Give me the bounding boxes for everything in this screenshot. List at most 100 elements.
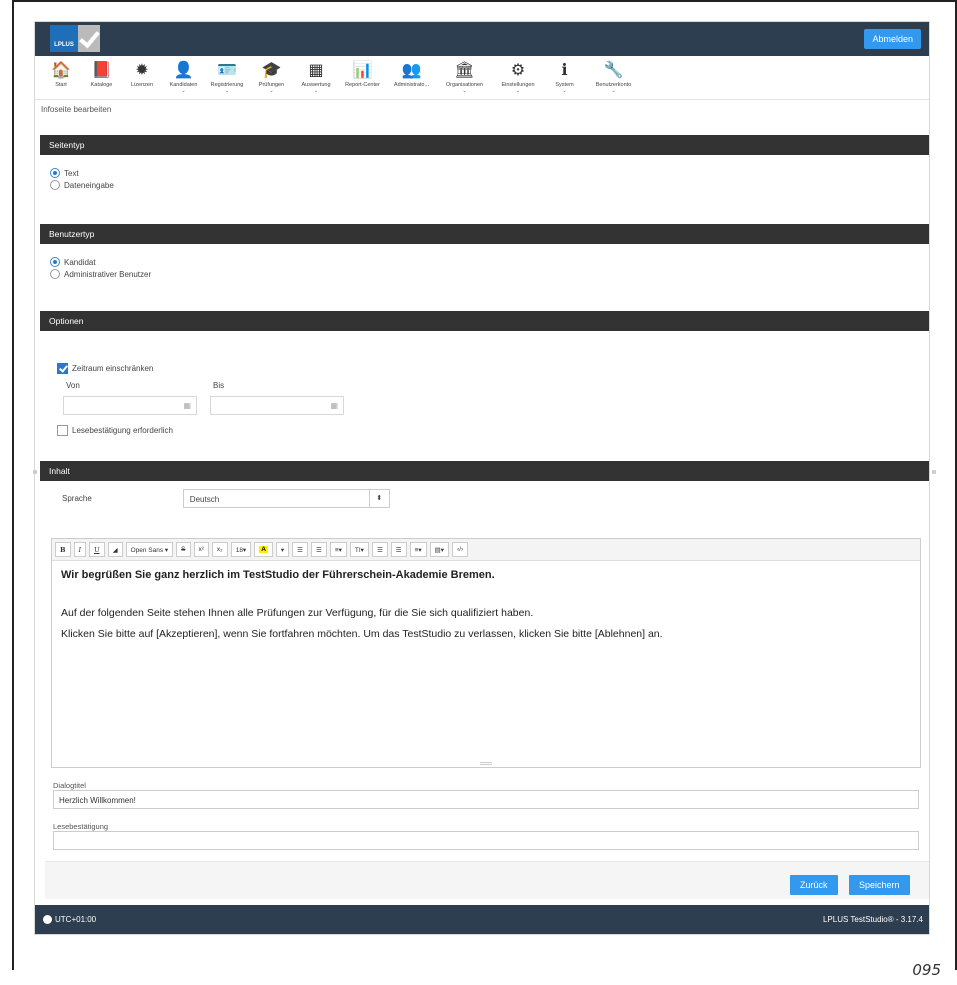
read-confirmation-input[interactable] xyxy=(53,831,919,850)
ordered-list-icon[interactable]: ☰ xyxy=(311,542,327,557)
radio-button[interactable] xyxy=(50,269,60,279)
color-dropdown-icon[interactable]: ▾ xyxy=(275,542,290,557)
chevron-down-icon: ⌄ xyxy=(611,88,616,94)
bold-button[interactable]: B xyxy=(55,542,71,557)
top-bar: LPLUS Abmelden xyxy=(35,22,929,56)
nav-item[interactable]: ⚙ Einstellungen ⌄ xyxy=(493,56,543,99)
restrict-period-checkbox[interactable] xyxy=(57,363,68,374)
restrict-period-option[interactable]: Zeitraum einschränken xyxy=(57,363,929,374)
nav-item[interactable]: 🪪 Registrierung ⌄ xyxy=(205,56,249,99)
save-button[interactable]: Speichern xyxy=(849,875,910,895)
from-label: Von xyxy=(66,381,80,390)
section-header-inhalt: Inhalt xyxy=(40,461,929,481)
radio-option-administrativer-benutzer[interactable]: Administrativer Benutzer xyxy=(50,268,929,280)
highlight-icon: A xyxy=(259,546,268,553)
paragraph-dropdown-icon[interactable]: ≡▾ xyxy=(409,542,427,557)
chevron-down-icon: ⌄ xyxy=(181,88,186,94)
section-header-benutzertyp: Benutzertyp xyxy=(40,224,929,244)
read-confirmation-option[interactable]: Lesebestätigung erforderlich xyxy=(57,425,929,436)
language-row: Sprache Deutsch ⬍ xyxy=(62,489,929,508)
nav-item[interactable]: 📕 Kataloge xyxy=(81,56,122,99)
underline-button[interactable]: U xyxy=(89,542,105,557)
graduation-cap-icon: 🎓 xyxy=(261,62,282,79)
font-size-dropdown[interactable]: 18▾ xyxy=(230,542,252,557)
font-family-dropdown[interactable]: Open Sans ▾ xyxy=(125,542,174,557)
section-header-seitentyp: Seitentyp xyxy=(40,135,929,155)
text-style-dropdown[interactable]: TI▾ xyxy=(349,542,369,557)
lplus-logo: LPLUS xyxy=(50,25,100,52)
radio-option-text[interactable]: Text xyxy=(50,167,929,179)
nav-item[interactable]: ✹ Lizenzen xyxy=(122,56,162,99)
action-bar: Zurück Speichern xyxy=(45,861,929,899)
nav-label: Report-Center xyxy=(345,82,380,88)
strikethrough-button[interactable]: S xyxy=(176,542,191,557)
section-header-optionen: Optionen xyxy=(40,311,929,331)
calendar-icon[interactable]: ▦ xyxy=(183,401,191,410)
app-window: LPLUS Abmelden 🏠 Start 📕 Kataloge ✹ Lizenzen 👤… xyxy=(35,22,929,934)
checkmark-icon xyxy=(78,25,100,52)
language-label: Sprache xyxy=(62,494,92,503)
seal-icon: ✹ xyxy=(135,62,149,79)
to-label: Bis xyxy=(213,381,225,390)
chevron-down-icon: ⌄ xyxy=(462,88,467,94)
nav-label: Kataloge xyxy=(90,82,113,88)
nav-item[interactable]: 🔧 Benutzerkonto ⌄ xyxy=(586,56,641,99)
nav-item[interactable]: 👥 Administrato... xyxy=(387,56,436,99)
resize-handle[interactable] xyxy=(480,762,492,765)
date-range-fields: ▦ ▦ xyxy=(63,396,929,415)
unordered-list-icon[interactable]: ☰ xyxy=(292,542,308,557)
radio-label: Administrativer Benutzer xyxy=(64,269,152,279)
radio-label: Text xyxy=(64,168,79,178)
nav-item[interactable]: 🎓 Prüfungen ⌄ xyxy=(249,56,294,99)
timezone-text: UTC+01:00 xyxy=(55,915,97,924)
home-icon: 🏠 xyxy=(51,62,71,79)
radio-button[interactable] xyxy=(50,180,60,190)
nav-item[interactable]: ℹ System ⌄ xyxy=(543,56,586,99)
page-title: Infoseite bearbeiten xyxy=(41,105,112,114)
logo-text: LPLUS xyxy=(50,25,78,52)
text-color-button[interactable]: A xyxy=(254,542,273,557)
page-number: 095 xyxy=(912,961,941,979)
user-icon: 👤 xyxy=(173,62,194,79)
editor-content[interactable]: Wir begrüßen Sie ganz herzlich im TestSt… xyxy=(52,561,920,657)
user-type-options: Kandidat Administrativer Benutzer xyxy=(35,244,929,280)
eraser-icon[interactable]: ◢ xyxy=(107,542,123,557)
rich-text-editor[interactable]: B I U ◢ Open Sans ▾ S x² x₂ 18▾ A ▾ ☰ ☰ … xyxy=(51,538,921,768)
list-icon[interactable]: ☰ xyxy=(371,542,388,557)
radio-button[interactable] xyxy=(50,257,60,267)
bar-chart-icon: 📊 xyxy=(352,62,373,79)
back-button[interactable]: Zurück xyxy=(790,875,838,895)
align-dropdown-icon[interactable]: ≡▾ xyxy=(329,542,347,557)
nav-item[interactable]: 🏠 Start xyxy=(41,56,81,99)
dialog-title-input[interactable]: Herzlich Willkommen! xyxy=(53,790,919,809)
chevron-down-icon: ⌄ xyxy=(313,88,319,94)
language-select[interactable]: Deutsch ⬍ xyxy=(182,489,390,508)
nav-item[interactable]: ▦ Auswertung ⌄ xyxy=(294,56,338,99)
from-date-input[interactable]: ▦ xyxy=(63,396,197,415)
editor-toolbar: B I U ◢ Open Sans ▾ S x² x₂ 18▾ A ▾ ☰ ☰ … xyxy=(52,539,920,561)
radio-label: Kandidat xyxy=(64,257,96,267)
nav-label: Start xyxy=(55,82,67,88)
table-dropdown-icon[interactable]: ▤▾ xyxy=(429,542,450,557)
gears-icon: ⚙ xyxy=(510,62,526,79)
nav-item[interactable]: 🏛 Organisationen ⌄ xyxy=(436,56,493,99)
nav-label: Lizenzen xyxy=(130,82,154,88)
nav-item[interactable]: 👤 Kandidaten ⌄ xyxy=(162,56,205,99)
logout-button[interactable]: Abmelden xyxy=(864,29,921,49)
select-arrows-icon: ⬍ xyxy=(368,490,389,507)
chevron-down-icon: ⌄ xyxy=(224,88,230,94)
edge-marker xyxy=(33,470,37,474)
numbered-list-icon[interactable]: ☰ xyxy=(390,542,407,557)
read-confirmation-checkbox[interactable] xyxy=(57,425,68,436)
edge-marker xyxy=(932,470,936,474)
italic-button[interactable]: I xyxy=(73,542,87,557)
to-date-input[interactable]: ▦ xyxy=(210,396,344,415)
radio-option-kandidat[interactable]: Kandidat xyxy=(50,256,929,268)
superscript-button[interactable]: x² xyxy=(193,542,209,557)
calendar-icon[interactable]: ▦ xyxy=(330,401,338,410)
subscript-button[interactable]: x₂ xyxy=(211,542,228,557)
code-view-button[interactable]: ‹/› xyxy=(452,542,469,557)
radio-button[interactable] xyxy=(50,168,60,178)
nav-item[interactable]: 📊 Report-Center xyxy=(338,56,387,99)
radio-option-dateneingabe[interactable]: Dateneingabe xyxy=(50,179,929,191)
